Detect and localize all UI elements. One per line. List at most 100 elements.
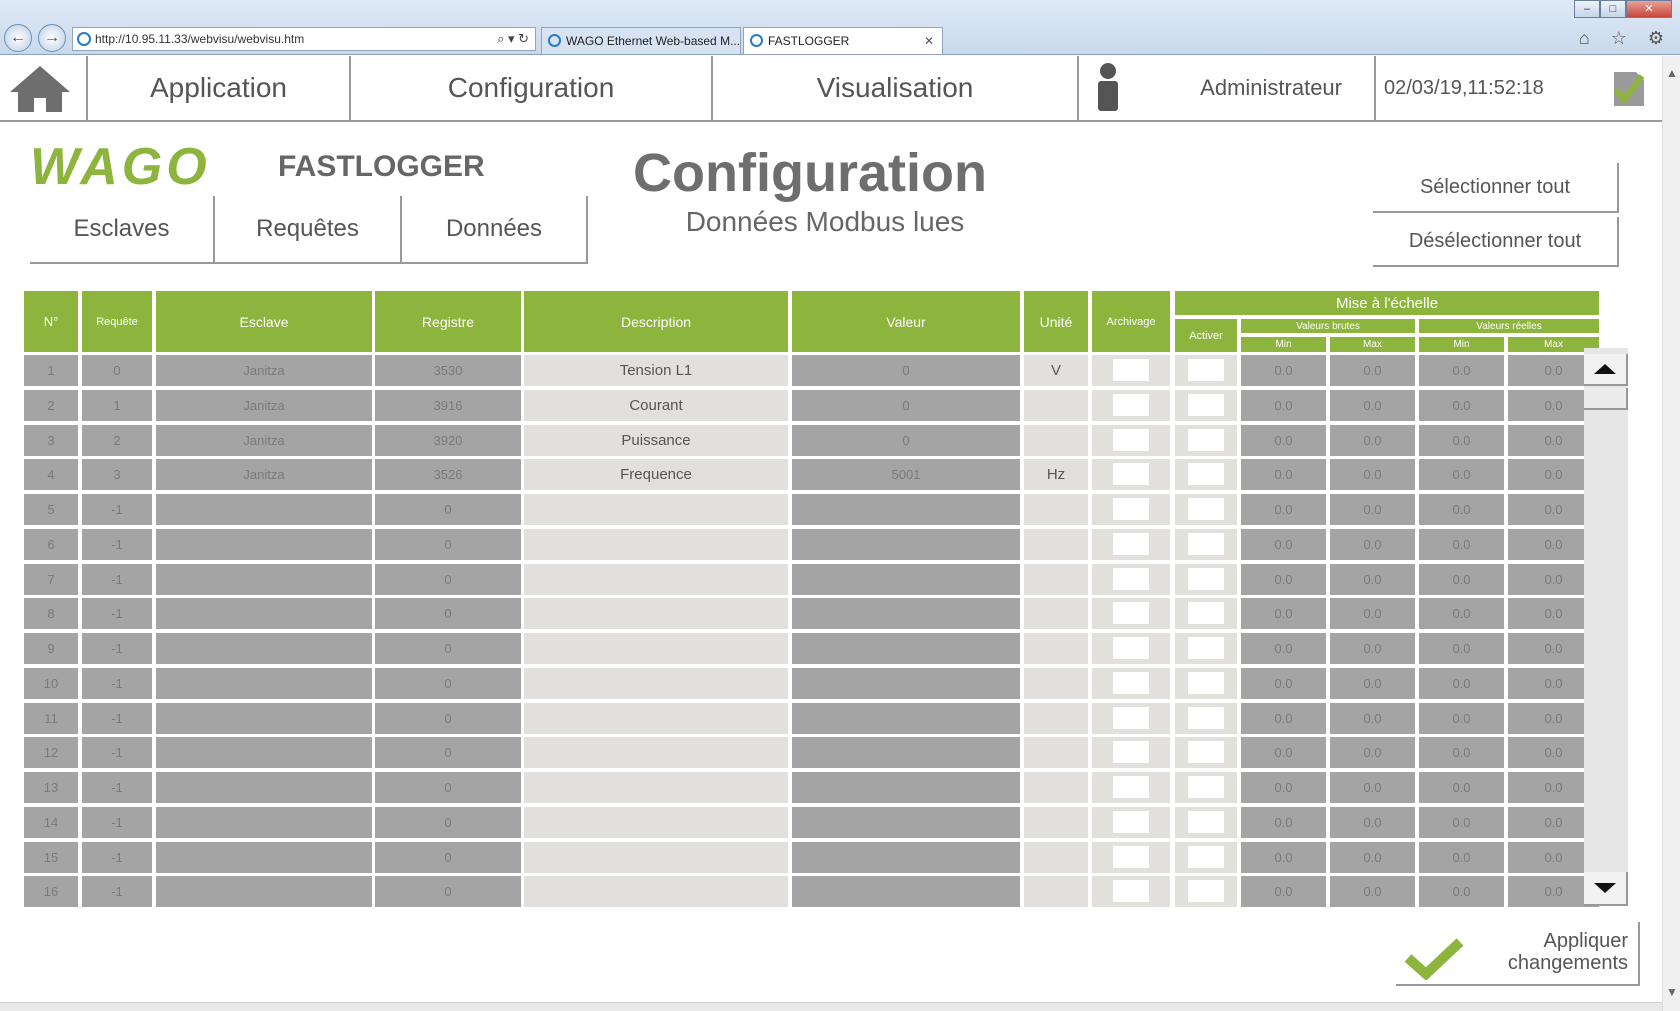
cell-slave [156, 807, 372, 838]
cell-register: 0 [375, 807, 521, 838]
enable-checkbox[interactable] [1188, 672, 1224, 694]
enable-checkbox[interactable] [1188, 741, 1224, 763]
menu-visualisation[interactable]: Visualisation [713, 56, 1079, 120]
back-button[interactable]: ← [4, 24, 32, 52]
cell-register: 0 [375, 876, 521, 907]
subtab-label: Requêtes [256, 215, 359, 242]
archive-checkbox[interactable] [1113, 880, 1149, 902]
enable-checkbox[interactable] [1188, 602, 1224, 624]
archive-checkbox[interactable] [1113, 707, 1149, 729]
cell-request: -1 [82, 564, 152, 595]
cell-real-min: 0.0 [1419, 459, 1504, 490]
archive-checkbox[interactable] [1113, 672, 1149, 694]
tab-label: WAGO Ethernet Web-based M... [566, 34, 741, 48]
cell-register: 0 [375, 564, 521, 595]
cell-value [792, 876, 1020, 907]
archive-checkbox[interactable] [1113, 359, 1149, 381]
enable-checkbox[interactable] [1188, 359, 1224, 381]
cell-register: 0 [375, 494, 521, 525]
table-scroll-down-button[interactable] [1584, 872, 1628, 906]
enable-checkbox[interactable] [1188, 811, 1224, 833]
menu-application[interactable]: Application [88, 56, 351, 120]
cell-enable [1175, 703, 1237, 734]
cell-real-min: 0.0 [1419, 668, 1504, 699]
cell-raw-max: 0.0 [1330, 564, 1415, 595]
cell-num: 10 [24, 668, 78, 699]
enable-checkbox[interactable] [1188, 568, 1224, 590]
enable-checkbox[interactable] [1188, 533, 1224, 555]
table-scroll-thumb[interactable] [1584, 388, 1628, 410]
forward-button[interactable]: → [38, 24, 66, 52]
subtab-donnees[interactable]: Données [402, 196, 588, 264]
button-label: Désélectionner tout [1408, 229, 1582, 252]
browser-right-icons[interactable]: ⌂ ☆ ⚙ [1579, 28, 1672, 49]
enable-checkbox[interactable] [1188, 846, 1224, 868]
enable-checkbox[interactable] [1188, 498, 1224, 520]
close-tab-icon[interactable]: ✕ [924, 28, 934, 54]
enable-checkbox[interactable] [1188, 429, 1224, 451]
enable-checkbox[interactable] [1188, 880, 1224, 902]
cell-unit [1024, 772, 1088, 803]
archive-checkbox[interactable] [1113, 533, 1149, 555]
menu-configuration[interactable]: Configuration [351, 56, 713, 120]
archive-checkbox[interactable] [1113, 741, 1149, 763]
ie-tab-icon [548, 34, 561, 47]
page-scrollbar[interactable]: ▲ ▼ [1662, 56, 1680, 1011]
cell-slave [156, 633, 372, 664]
cell-archive [1092, 737, 1170, 768]
browser-tab-fastlogger[interactable]: FASTLOGGER ✕ [743, 27, 943, 54]
subtab-requetes[interactable]: Requêtes [215, 196, 402, 264]
enable-checkbox[interactable] [1188, 394, 1224, 416]
archive-checkbox[interactable] [1113, 811, 1149, 833]
cell-raw-min: 0.0 [1241, 772, 1326, 803]
cell-description [524, 772, 788, 803]
enable-checkbox[interactable] [1188, 463, 1224, 485]
cell-request: -1 [82, 494, 152, 525]
cell-description: Frequence [524, 459, 788, 490]
archive-checkbox[interactable] [1113, 776, 1149, 798]
enable-checkbox[interactable] [1188, 776, 1224, 798]
cell-description [524, 842, 788, 873]
app-menubar: Application Configuration Visualisation … [0, 56, 1662, 122]
archive-checkbox[interactable] [1113, 394, 1149, 416]
subtab-esclaves[interactable]: Esclaves [30, 196, 215, 264]
select-all-button[interactable]: Sélectionner tout [1373, 163, 1619, 213]
deselect-all-button[interactable]: Désélectionner tout [1373, 217, 1619, 267]
table-scroll-up-button[interactable] [1584, 354, 1628, 386]
cell-raw-max: 0.0 [1330, 737, 1415, 768]
cell-value: 0 [792, 390, 1020, 421]
apply-changes-button[interactable]: Appliquer changements [1396, 922, 1640, 986]
cell-raw-min: 0.0 [1241, 668, 1326, 699]
archive-checkbox[interactable] [1113, 429, 1149, 451]
cell-enable [1175, 494, 1237, 525]
maximize-button[interactable]: □ [1600, 0, 1626, 18]
cell-archive [1092, 494, 1170, 525]
cell-real-min: 0.0 [1419, 737, 1504, 768]
cell-slave: Janitza [156, 355, 372, 386]
archive-checkbox[interactable] [1113, 846, 1149, 868]
address-bar[interactable]: http://10.95.11.33/webvisu/webvisu.htm ⌕… [72, 27, 536, 51]
address-tools-icon[interactable]: ⌕ ▾ ↻ [497, 28, 529, 50]
enable-checkbox[interactable] [1188, 707, 1224, 729]
archive-checkbox[interactable] [1113, 568, 1149, 590]
archive-checkbox[interactable] [1113, 498, 1149, 520]
scroll-down-icon[interactable]: ▼ [1666, 985, 1678, 999]
enable-checkbox[interactable] [1188, 637, 1224, 659]
cell-slave [156, 598, 372, 629]
apply-label-line2: changements [1507, 952, 1628, 974]
archive-checkbox[interactable] [1113, 602, 1149, 624]
ie-tab-icon [750, 34, 763, 47]
cell-enable [1175, 459, 1237, 490]
home-button[interactable] [0, 56, 88, 120]
scroll-up-icon[interactable]: ▲ [1666, 66, 1678, 80]
header-raw-values: Valeurs brutes [1241, 319, 1415, 333]
archive-checkbox[interactable] [1113, 463, 1149, 485]
apply-label: Appliquer changements [1508, 930, 1628, 974]
archive-checkbox[interactable] [1113, 637, 1149, 659]
user-cell[interactable]: Administrateur [1079, 56, 1376, 120]
table-scroll-track[interactable] [1584, 348, 1628, 900]
cell-real-min: 0.0 [1419, 598, 1504, 629]
close-window-button[interactable]: ✕ [1626, 0, 1672, 18]
browser-tab-wago[interactable]: WAGO Ethernet Web-based M... [541, 27, 741, 54]
minimize-button[interactable]: – [1574, 0, 1600, 18]
